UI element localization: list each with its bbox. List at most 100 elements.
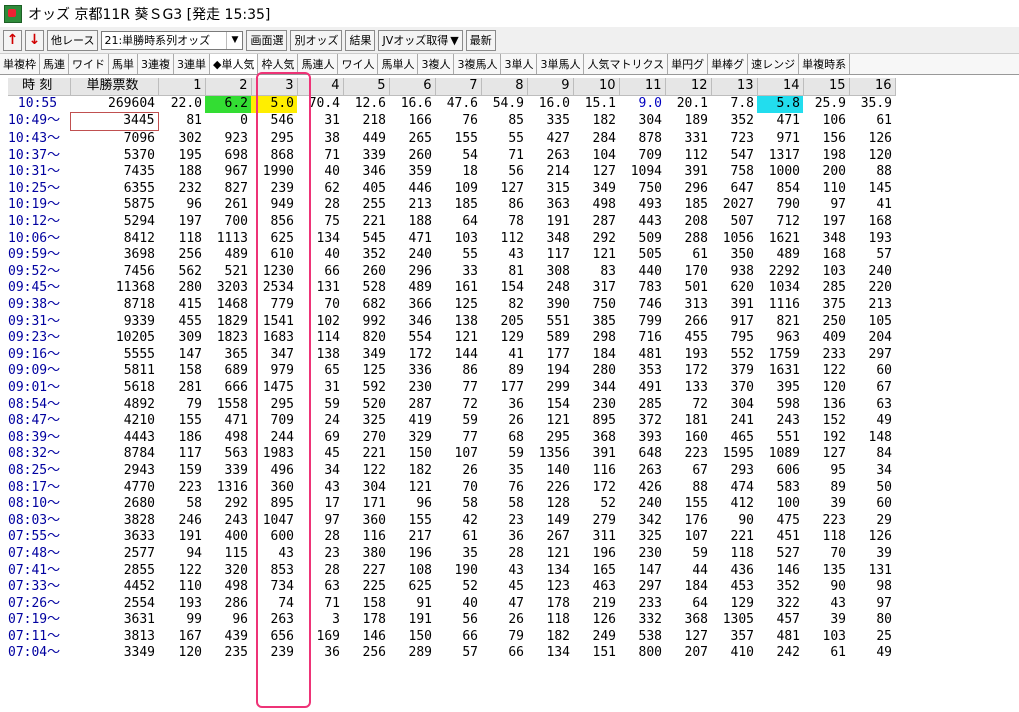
time-cell: 07:04～ (8, 645, 61, 661)
tab-14[interactable]: 3単馬人 (537, 54, 585, 74)
votes-cell: 80 (876, 612, 892, 628)
votes-cell: 28 (324, 529, 340, 545)
tab-12[interactable]: 3複馬人 (454, 54, 502, 74)
time-cell: 07:19～ (8, 612, 61, 628)
tab-4[interactable]: 3連複 (138, 54, 174, 74)
header-horse-6[interactable]: 6 (389, 78, 436, 96)
votes-cell: 61 (830, 645, 846, 661)
votes-cell: 191 (546, 214, 570, 230)
tab-5[interactable]: 3連単 (174, 54, 210, 74)
tab-18[interactable]: 速レンジ (748, 54, 800, 74)
header-horse-1[interactable]: 1 (158, 78, 206, 96)
next-down-arrow-button[interactable]: ↓ (25, 29, 44, 51)
header-horse-16[interactable]: 16 (849, 78, 896, 96)
votes-cell: 365 (224, 346, 248, 362)
votes-cell: 24 (324, 413, 340, 429)
other-odds-button[interactable]: 別オッズ (290, 29, 343, 51)
time-cell: 09:45～ (8, 280, 61, 296)
header-horse-4[interactable]: 4 (297, 78, 344, 96)
votes-cell: 332 (638, 612, 662, 628)
header-horse-12[interactable]: 12 (665, 78, 712, 96)
votes-cell: 75 (324, 214, 340, 230)
table-row: 09:45～ 11368 280 3203 2534 131 528 489 161 154 248… (8, 280, 895, 297)
votes-cell: 279 (592, 512, 616, 528)
tab-3[interactable]: 馬単 (109, 54, 138, 74)
tab-10[interactable]: 馬単人 (378, 54, 419, 74)
tab-2[interactable]: ワイド (69, 54, 109, 74)
votes-cell: 242 (776, 645, 800, 661)
votes-cell: 89 (830, 479, 846, 495)
tab-9[interactable]: ワイ人 (338, 54, 379, 74)
title-bar: オッズ 京都11R 葵ＳG3 [発走 15:35] (0, 0, 1019, 28)
table-row: 10:06～ 8412 118 1113 625 134 545 471 103 112 348 29… (8, 230, 895, 247)
header-horse-9[interactable]: 9 (527, 78, 574, 96)
votes-cell: 66 (324, 263, 340, 279)
votes-cell: 134 (546, 645, 570, 661)
header-horse-13[interactable]: 13 (711, 78, 758, 96)
time-cell: 08:54～ (8, 396, 61, 412)
votes-cell: 127 (500, 180, 524, 196)
votes-cell: 35 (462, 545, 478, 561)
header-horse-2[interactable]: 2 (205, 78, 252, 96)
votes-cell: 507 (730, 214, 754, 230)
votes-cell: 606 (776, 462, 800, 478)
tab-0[interactable]: 単複枠 (0, 54, 40, 74)
votes-cell: 190 (454, 562, 478, 578)
votes-cell: 67 (692, 462, 708, 478)
jv-fetch-button[interactable]: JVオッズ取得 ▼ (378, 29, 463, 51)
screen-select-button[interactable]: 画面選 (246, 29, 288, 51)
tab-8[interactable]: 馬連人 (298, 54, 339, 74)
votes-cell: 385 (592, 313, 616, 329)
odds-table: 時 刻単勝票数 1 2 3 4 5 6 7 8 9 10 11 12 13 14 15 16 10:55 2696… (8, 78, 896, 662)
votes-cell: 39 (830, 496, 846, 512)
header-horse-10[interactable]: 10 (573, 78, 620, 96)
total-votes-cell: 2554 (123, 595, 155, 611)
chevron-down-icon[interactable]: ▼ (226, 31, 242, 49)
votes-cell: 36 (508, 396, 524, 412)
header-horse-11[interactable]: 11 (619, 78, 666, 96)
result-button[interactable]: 結果 (345, 29, 376, 51)
votes-cell: 256 (362, 645, 386, 661)
table-row: 09:59～ 3698 256 489 610 40 352 240 55 43 117 121 505… (8, 247, 895, 264)
table-row: 07:48～ 2577 94 115 43 23 380 196 35 28 121 196 230 59… (8, 546, 895, 563)
header-horse-3[interactable]: 3 (251, 78, 298, 96)
header-horse-7[interactable]: 7 (435, 78, 482, 96)
tab-1[interactable]: 馬連 (40, 54, 69, 74)
votes-cell: 3 (332, 612, 340, 628)
header-total-votes[interactable]: 単勝票数 (70, 78, 159, 96)
table-row: 09:31～ 9339 455 1829 1541 102 992 346 138 205 551 3… (8, 313, 895, 330)
header-horse-5[interactable]: 5 (343, 78, 390, 96)
votes-cell: 102 (316, 313, 340, 329)
votes-cell: 352 (362, 247, 386, 263)
votes-cell: 723 (730, 130, 754, 146)
odds-cell: 6.2 (205, 95, 251, 113)
votes-cell: 463 (592, 579, 616, 595)
votes-cell: 114 (316, 330, 340, 346)
header-horse-8[interactable]: 8 (481, 78, 528, 96)
latest-button[interactable]: 最新 (465, 29, 496, 51)
tab-6[interactable]: ◆単人気 (210, 54, 259, 74)
votes-cell: 122 (362, 462, 386, 478)
votes-cell: 223 (822, 512, 846, 528)
votes-cell: 471 (224, 413, 248, 429)
header-horse-15[interactable]: 15 (803, 78, 850, 96)
tab-15[interactable]: 人気マトリクス (584, 54, 669, 74)
votes-cell: 57 (462, 645, 478, 661)
odds-type-select[interactable]: 21:単勝時系列オッズ ▼ (101, 30, 244, 50)
header-horse-14[interactable]: 14 (757, 78, 804, 96)
votes-cell: 949 (270, 197, 294, 213)
jv-fetch-dropdown-icon[interactable]: ▼ (450, 34, 458, 47)
votes-cell: 700 (224, 214, 248, 230)
votes-cell: 99 (186, 612, 202, 628)
votes-cell: 971 (776, 130, 800, 146)
time-cell: 10:43～ (8, 130, 61, 146)
tab-13[interactable]: 3単人 (501, 54, 538, 74)
prev-up-arrow-button[interactable]: ↑ (3, 29, 22, 51)
other-race-button[interactable]: 他レース (47, 29, 99, 51)
tab-16[interactable]: 単円グ (668, 54, 709, 74)
header-time[interactable]: 時 刻 (8, 78, 71, 96)
tab-19[interactable]: 単複時系 (799, 54, 851, 74)
tab-11[interactable]: 3複人 (418, 54, 455, 74)
tab-7[interactable]: 枠人気 (258, 54, 299, 74)
tab-17[interactable]: 単棒グ (708, 54, 749, 74)
